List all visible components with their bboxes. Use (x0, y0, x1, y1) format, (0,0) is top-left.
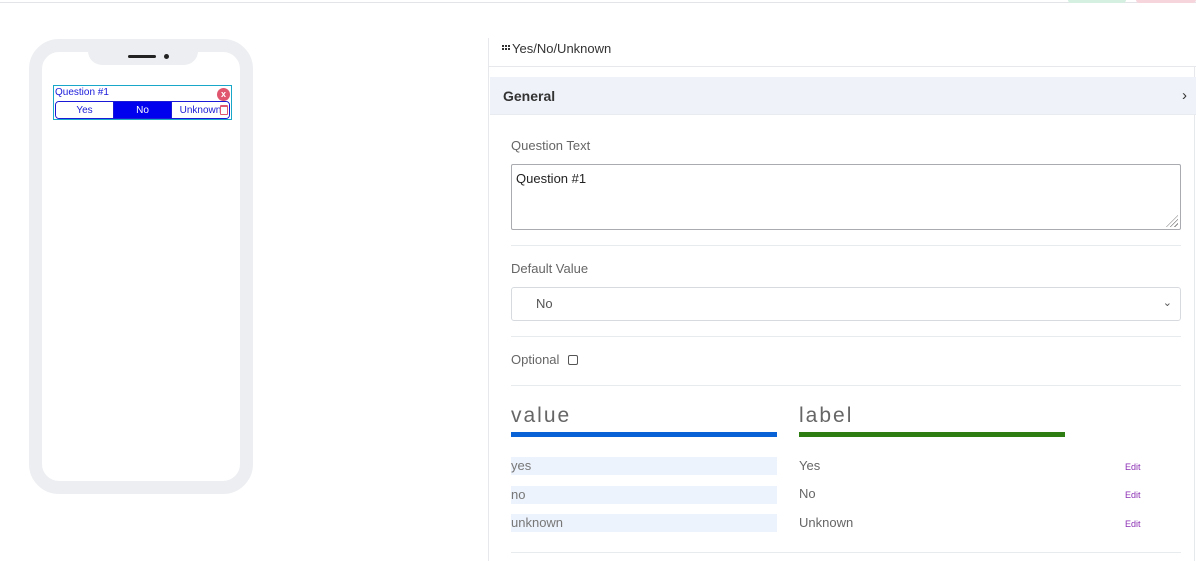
panel-header: Yes/No/Unknown (489, 38, 1196, 67)
value-cell: yes (511, 457, 777, 475)
divider (511, 385, 1181, 386)
label-cell: Unknown (799, 515, 854, 530)
default-value-label: Default Value (511, 261, 589, 276)
panel-border (1194, 67, 1195, 561)
chevron-right-icon[interactable]: › (1182, 87, 1187, 104)
divider (511, 245, 1181, 246)
value-cell: unknown (511, 514, 777, 532)
speaker-icon (128, 55, 156, 58)
chevron-down-icon: ⌄ (1162, 297, 1172, 309)
section-title: General (503, 88, 556, 104)
trash-icon[interactable] (220, 105, 228, 115)
question-text-input[interactable]: Question #1 (511, 164, 1181, 230)
divider (511, 552, 1181, 553)
panel-title: Yes/No/Unknown (512, 41, 612, 56)
label-cell: Yes (799, 458, 821, 473)
phone-notch (88, 51, 198, 65)
camera-icon (164, 54, 169, 59)
divider (511, 336, 1181, 337)
grid-icon (501, 44, 510, 50)
edit-link[interactable]: Edit (1125, 490, 1141, 500)
top-tab-pink[interactable] (1136, 0, 1196, 3)
resize-handle-icon[interactable] (1166, 215, 1178, 227)
top-tab-green[interactable] (1068, 0, 1126, 3)
value-cell: no (511, 486, 777, 504)
preview-question[interactable]: Question #1 Yes No Unknown x (53, 85, 232, 120)
properties-panel: Yes/No/Unknown General › Question Text Q… (488, 38, 1196, 561)
default-value-select[interactable]: No ⌄ (511, 287, 1181, 321)
general-section-header[interactable]: General › (490, 77, 1196, 115)
question-text-label: Question Text (511, 138, 591, 153)
optional-checkbox[interactable] (568, 355, 578, 365)
value-column-header: value (511, 404, 572, 427)
top-border (0, 2, 1196, 3)
close-icon[interactable]: x (217, 88, 230, 101)
value-column-bar (511, 432, 777, 437)
label-column-bar (799, 432, 1065, 437)
optional-label: Optional (511, 352, 560, 367)
preview-option-no[interactable]: No (113, 102, 171, 118)
preview-question-title: Question #1 (55, 87, 109, 98)
preview-option-group: Yes No Unknown (55, 101, 230, 119)
edit-link[interactable]: Edit (1125, 519, 1141, 529)
label-column-header: label (799, 404, 854, 427)
default-value-selected: No (536, 296, 553, 311)
preview-option-yes[interactable]: Yes (56, 102, 113, 118)
label-cell: No (799, 486, 816, 501)
edit-link[interactable]: Edit (1125, 462, 1141, 472)
question-text-value: Question #1 (516, 171, 587, 186)
